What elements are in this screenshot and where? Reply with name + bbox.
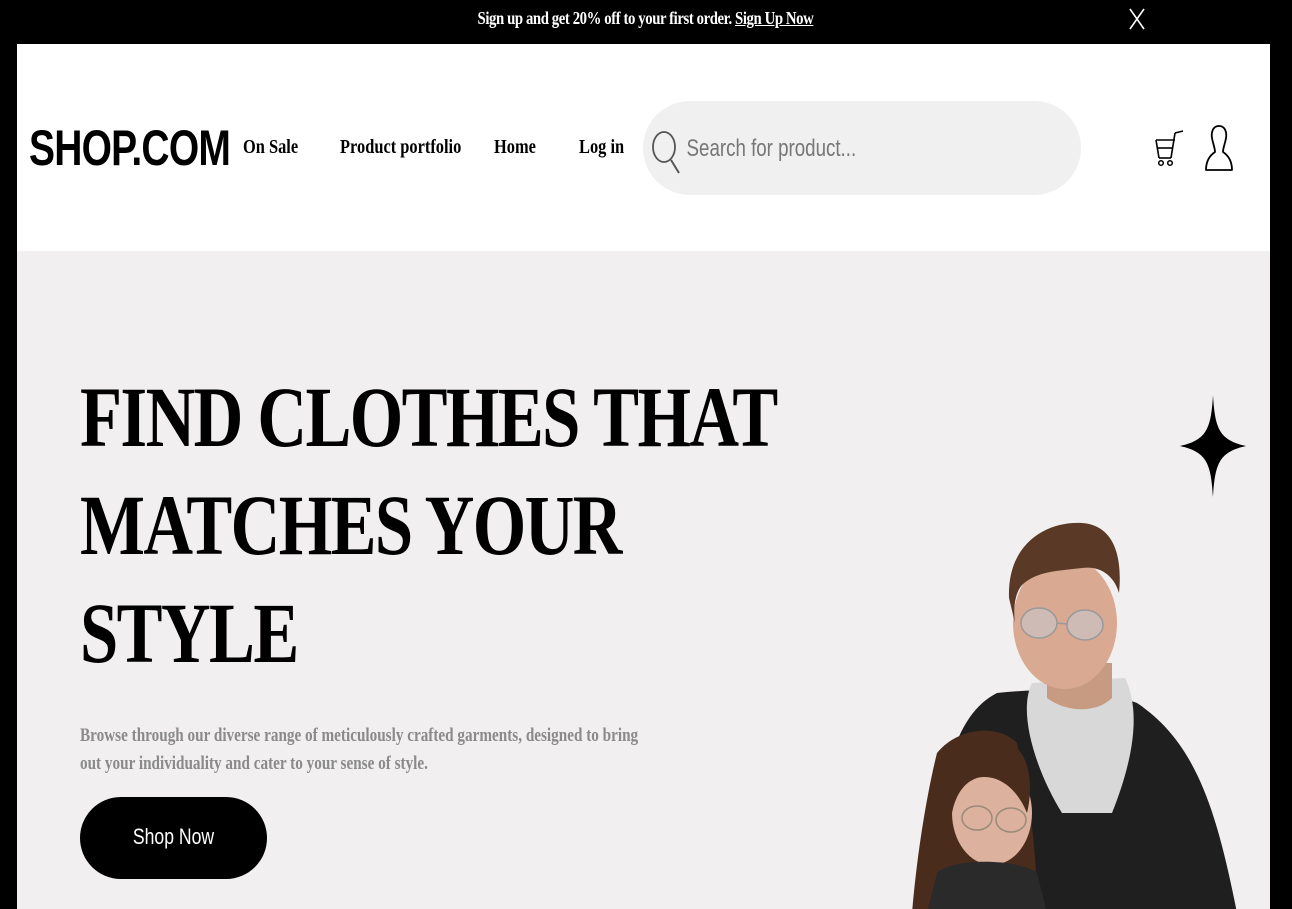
search-input[interactable]	[685, 131, 985, 167]
sparkle-icon	[1180, 395, 1246, 502]
search-icon[interactable]	[651, 128, 681, 179]
hero-title-line: FIND CLOTHES THAT	[80, 369, 778, 465]
hero-models-image	[912, 522, 1237, 909]
hero-title: FIND CLOTHES THAT MATCHES YOUR STYLE	[80, 363, 778, 687]
shop-now-label: Shop Now	[132, 824, 215, 849]
hero-title-line: STYLE	[80, 585, 299, 681]
sign-up-link[interactable]: Sign Up Now	[735, 8, 814, 28]
hero-title-line: MATCHES YOUR	[80, 477, 622, 573]
nav-product-portfolio[interactable]: Product portfolio	[340, 136, 461, 159]
nav-home[interactable]: Home	[494, 136, 536, 159]
hero-description: Browse through our diverse range of meti…	[80, 725, 639, 774]
search-bar[interactable]	[643, 101, 1081, 195]
hero-section: FIND CLOTHES THAT MATCHES YOUR STYLE Bro…	[17, 251, 1270, 909]
page: SHOP.COM On Sale Product portfolio Home …	[17, 44, 1270, 909]
nav-on-sale[interactable]: On Sale	[243, 136, 298, 159]
nav-log-in[interactable]: Log in	[579, 136, 624, 159]
promo-text: Sign up and get 20% off to your first or…	[477, 8, 733, 28]
promo-bar: Sign up and get 20% off to your first or…	[0, 0, 1292, 44]
user-icon[interactable]	[1203, 124, 1235, 177]
close-icon[interactable]	[1128, 7, 1146, 31]
promo-message: Sign up and get 20% off to your first or…	[116, 8, 1175, 29]
cart-icon[interactable]	[1154, 130, 1184, 173]
shop-now-button[interactable]: Shop Now	[80, 797, 267, 879]
header: SHOP.COM On Sale Product portfolio Home …	[17, 44, 1270, 251]
logo[interactable]: SHOP.COM	[29, 120, 231, 176]
